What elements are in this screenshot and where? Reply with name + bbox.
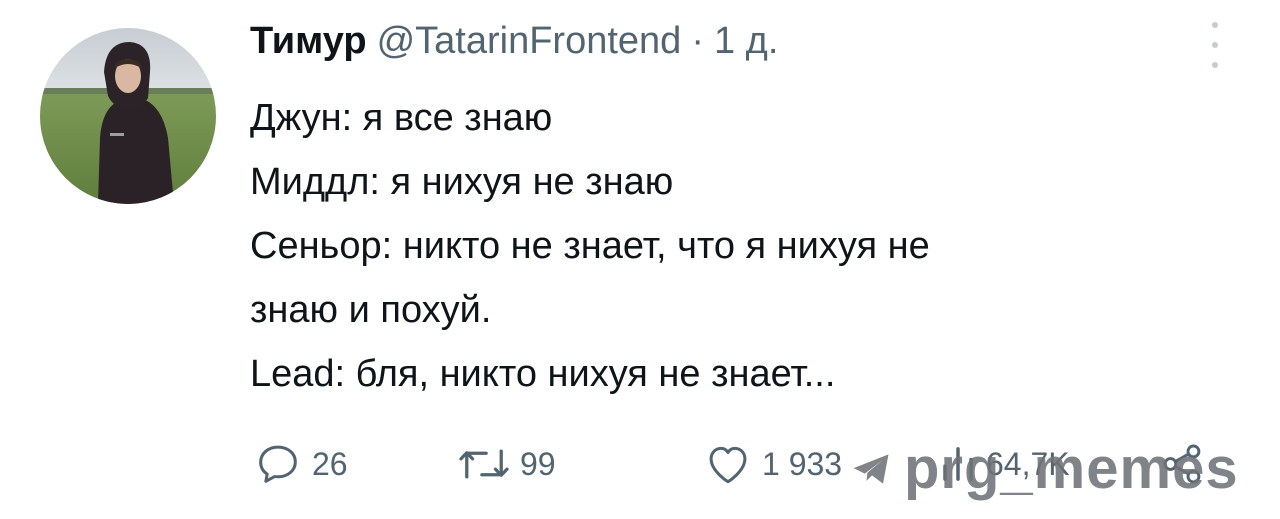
tweet-line-lead: Lead: бля, никто нихуя не знает... bbox=[250, 353, 836, 395]
avatar[interactable] bbox=[40, 28, 216, 204]
author-handle[interactable]: @TatarinFrontend bbox=[377, 20, 682, 63]
tweet-header: Тимур @TatarinFrontend · 1 д. bbox=[250, 20, 778, 63]
share-button[interactable] bbox=[1160, 438, 1206, 490]
like-count: 1 933 bbox=[762, 445, 843, 482]
more-dot bbox=[1212, 22, 1218, 28]
views-button[interactable]: 64,7K bbox=[938, 438, 1070, 490]
reply-count: 26 bbox=[312, 445, 348, 482]
action-bar: 26 99 1 933 64,7K bbox=[252, 438, 1202, 494]
tweet: Тимур @TatarinFrontend · 1 д. Джун: я вс… bbox=[0, 0, 1280, 519]
header-separator: · bbox=[691, 20, 704, 62]
author-name[interactable]: Тимур bbox=[250, 20, 367, 63]
retweet-button[interactable]: 99 bbox=[456, 438, 556, 490]
share-icon bbox=[1163, 444, 1201, 484]
retweet-icon bbox=[459, 449, 509, 479]
more-dot bbox=[1212, 42, 1218, 48]
tweet-line-senior: Сеньор: никто не знает, что я нихуя не bbox=[250, 225, 930, 267]
views-chart-icon bbox=[943, 447, 973, 481]
views-count: 64,7K bbox=[986, 445, 1070, 482]
like-button[interactable]: 1 933 bbox=[702, 438, 842, 490]
timestamp[interactable]: 1 д. bbox=[714, 20, 778, 63]
retweet-count: 99 bbox=[520, 445, 556, 482]
avatar-photo bbox=[40, 28, 216, 204]
heart-icon bbox=[709, 446, 747, 484]
tweet-line-middle: Миддл: я нихуя не знаю bbox=[250, 161, 674, 203]
more-dot bbox=[1212, 62, 1218, 68]
tweet-text: Джун: я все знаю Миддл: я нихуя не знаю … bbox=[250, 86, 1210, 406]
tweet-line-senior-cont: знаю и похуй. bbox=[250, 289, 492, 331]
tweet-line-junior: Джун: я все знаю bbox=[250, 97, 553, 139]
reply-button[interactable]: 26 bbox=[252, 438, 348, 490]
more-options-icon[interactable] bbox=[1205, 22, 1225, 68]
reply-icon bbox=[259, 445, 297, 483]
